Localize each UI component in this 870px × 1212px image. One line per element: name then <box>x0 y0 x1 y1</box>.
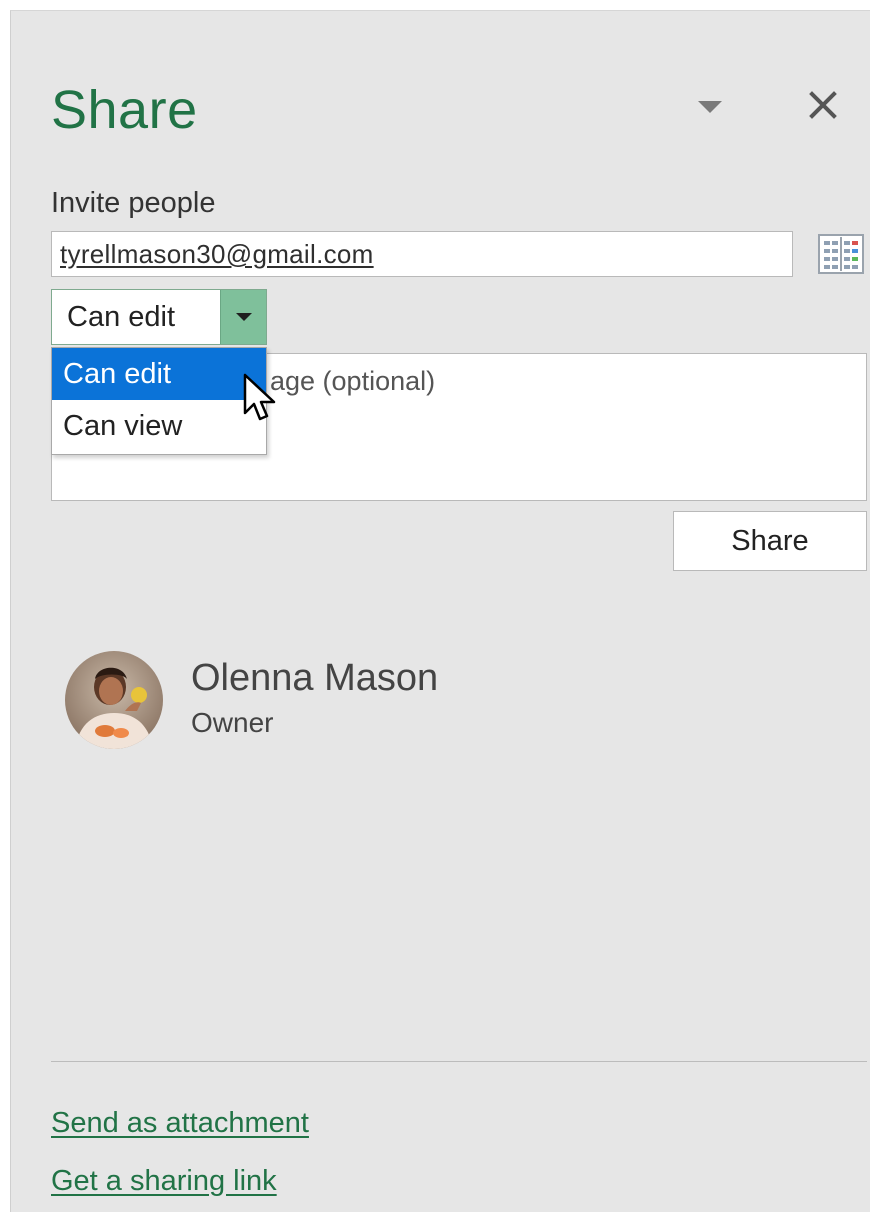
invite-people-label: Invite people <box>51 187 216 219</box>
divider <box>51 1061 867 1062</box>
permission-selected-value: Can edit <box>67 300 176 333</box>
share-pane: Share Invite people tyrellmason30@gmail.… <box>10 10 870 1212</box>
share-button[interactable]: Share <box>673 511 867 571</box>
person-role: Owner <box>191 707 274 738</box>
person-entry-owner: Olenna Mason Owner <box>65 651 765 751</box>
pane-title: Share <box>51 80 198 140</box>
get-sharing-link-link[interactable]: Get a sharing link <box>51 1165 277 1198</box>
address-book-icon <box>818 234 864 274</box>
pane-options-button[interactable] <box>695 95 725 119</box>
permission-dropdown-arrow[interactable] <box>220 290 266 344</box>
close-button[interactable] <box>805 87 841 123</box>
invite-email-input[interactable]: tyrellmason30@gmail.com <box>51 231 793 277</box>
permission-options-list: Can edit Can view <box>51 347 267 455</box>
chevron-down-icon <box>698 101 722 113</box>
triangle-down-icon <box>235 313 252 321</box>
send-as-attachment-link[interactable]: Send as attachment <box>51 1107 309 1140</box>
avatar <box>65 651 163 749</box>
close-icon <box>809 91 837 119</box>
permission-option-can-view[interactable]: Can view <box>52 400 266 452</box>
permission-dropdown[interactable]: Can edit <box>51 289 267 345</box>
person-name: Olenna Mason <box>191 657 439 699</box>
email-value: tyrellmason30@gmail.com <box>60 238 374 269</box>
permission-option-can-edit[interactable]: Can edit <box>52 348 266 400</box>
address-book-button[interactable] <box>817 233 865 275</box>
